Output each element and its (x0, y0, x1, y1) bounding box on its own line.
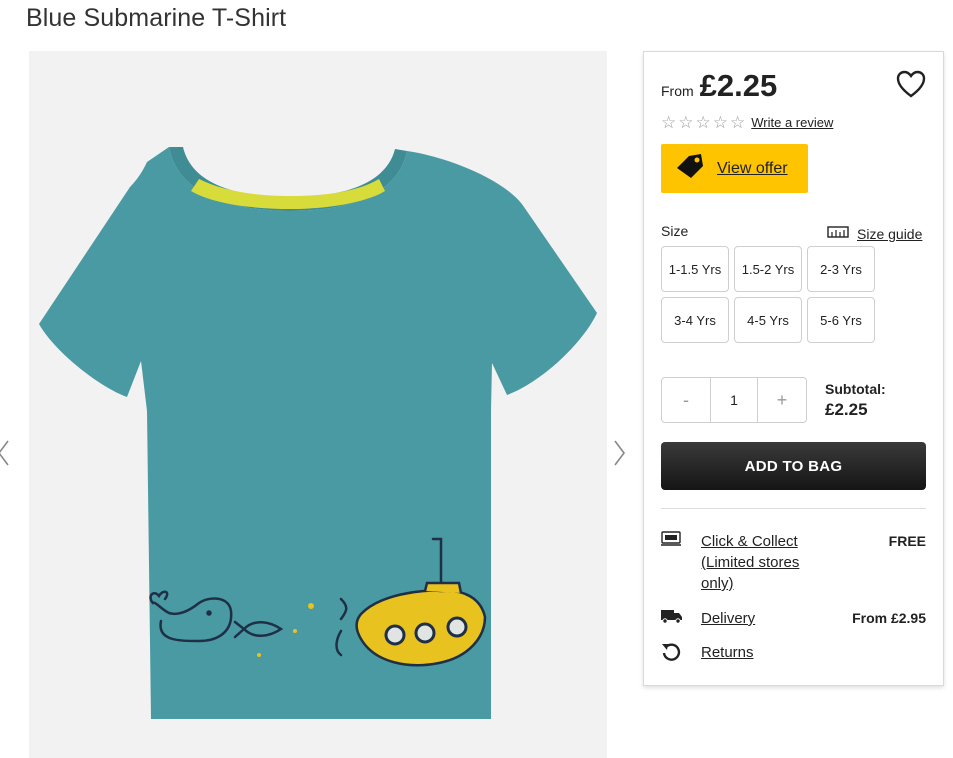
size-options: 1-1.5 Yrs 1.5-2 Yrs 2-3 Yrs 3-4 Yrs 4-5 … (661, 246, 881, 343)
wishlist-heart-icon[interactable] (896, 70, 926, 103)
divider (661, 508, 926, 509)
size-option[interactable]: 3-4 Yrs (661, 297, 729, 343)
subtotal: Subtotal: £2.25 (825, 381, 886, 420)
chevron-left-icon (0, 440, 9, 466)
next-image-button[interactable] (609, 438, 631, 468)
quantity-input[interactable]: 1 (710, 378, 758, 422)
size-label: Size (661, 223, 689, 239)
product-title: Blue Submarine T-Shirt (26, 4, 287, 32)
subtotal-value: £2.25 (825, 400, 868, 419)
click-collect-link[interactable]: Click & Collect (Limited stores only) (701, 531, 819, 594)
purchase-panel: From £2.25 ☆ ☆ ☆ ☆ ☆ Write a review View… (643, 51, 944, 686)
previous-image-button[interactable] (0, 438, 14, 468)
price-block: From £2.25 (661, 68, 777, 104)
size-option[interactable]: 1-1.5 Yrs (661, 246, 729, 292)
delivery-link[interactable]: Delivery (701, 608, 755, 629)
truck-icon (661, 608, 701, 629)
price-tag-icon (675, 152, 705, 185)
product-image[interactable] (29, 51, 607, 758)
chevron-right-icon (614, 440, 625, 466)
subtotal-label: Subtotal: (825, 381, 886, 397)
delivery-price: From £2.95 (852, 610, 926, 626)
size-option[interactable]: 4-5 Yrs (734, 297, 802, 343)
star-outline-icon: ☆ (730, 113, 746, 132)
view-offer-label: View offer (717, 159, 788, 177)
star-outline-icon: ☆ (678, 113, 694, 132)
size-option[interactable]: 2-3 Yrs (807, 246, 875, 292)
ruler-icon (827, 225, 849, 243)
returns-icon (661, 642, 701, 667)
size-option[interactable]: 5-6 Yrs (807, 297, 875, 343)
quantity-increase-button[interactable]: + (758, 378, 806, 422)
star-outline-icon: ☆ (695, 113, 711, 132)
click-collect-price: FREE (888, 533, 926, 549)
size-guide-link[interactable]: Size guide (827, 225, 922, 243)
size-guide-label: Size guide (857, 226, 923, 242)
star-outline-icon: ☆ (661, 113, 677, 132)
write-review-link[interactable]: Write a review (751, 115, 833, 130)
rating-row: ☆ ☆ ☆ ☆ ☆ Write a review (661, 114, 833, 131)
star-rating: ☆ ☆ ☆ ☆ ☆ (661, 114, 745, 131)
view-offer-button[interactable]: View offer (661, 144, 808, 193)
click-collect-icon (661, 531, 701, 594)
quantity-stepper: - 1 + (661, 377, 807, 423)
star-outline-icon: ☆ (712, 113, 728, 132)
delivery-row: Delivery From £2.95 (661, 608, 926, 629)
quantity-decrease-button[interactable]: - (662, 378, 710, 422)
click-collect-row: Click & Collect (Limited stores only) FR… (661, 531, 926, 594)
returns-link[interactable]: Returns (701, 642, 754, 667)
returns-row: Returns (661, 642, 926, 667)
size-option[interactable]: 1.5-2 Yrs (734, 246, 802, 292)
price: £2.25 (699, 68, 778, 103)
add-to-bag-button[interactable]: ADD TO BAG (661, 442, 926, 490)
price-prefix: From (661, 83, 694, 99)
